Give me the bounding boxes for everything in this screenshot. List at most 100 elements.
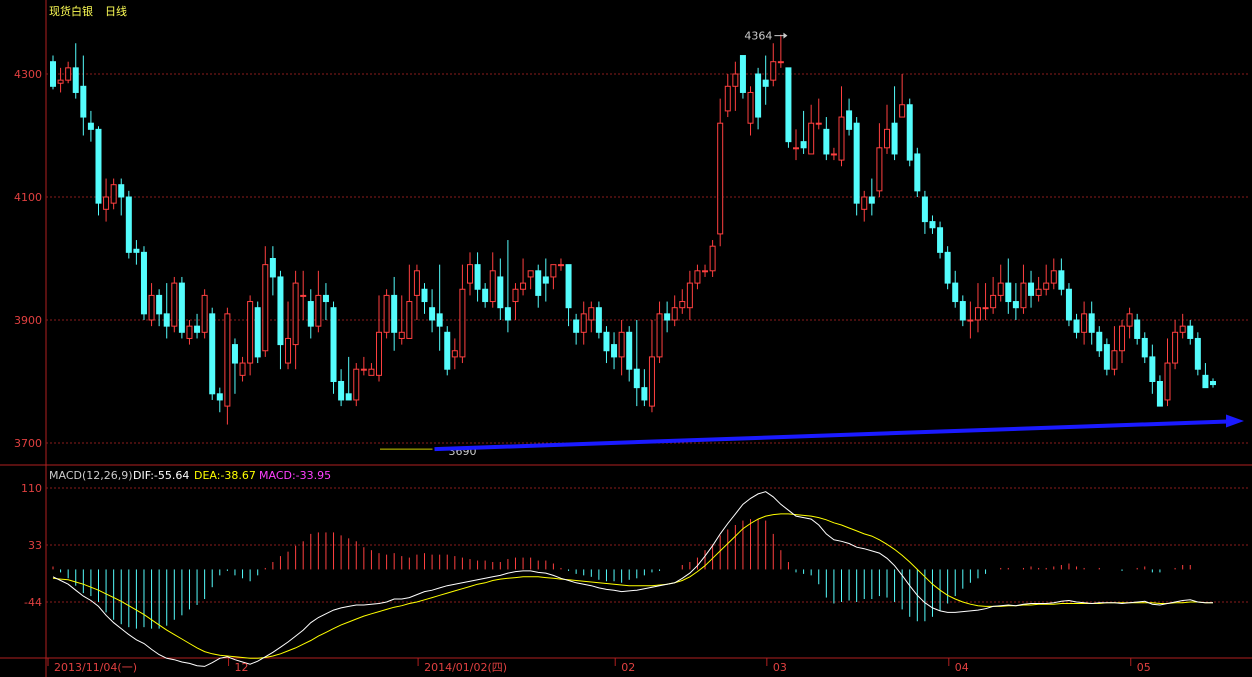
candle-body bbox=[656, 313, 663, 358]
candle-body bbox=[588, 307, 595, 321]
candle-body bbox=[50, 61, 56, 87]
candle-body bbox=[1050, 270, 1057, 284]
candle-body bbox=[489, 270, 496, 303]
candle-body bbox=[1065, 288, 1072, 321]
candle-body bbox=[444, 331, 451, 370]
candle-body bbox=[618, 331, 625, 358]
dif-line bbox=[52, 491, 1213, 667]
candle-body bbox=[1210, 381, 1216, 386]
candle-body bbox=[254, 307, 261, 358]
candle-body bbox=[800, 141, 807, 149]
candle-body bbox=[883, 128, 890, 149]
candle-body bbox=[1005, 282, 1012, 303]
candle-body bbox=[732, 73, 739, 87]
trend-arrow-line bbox=[434, 419, 1229, 452]
candle-body bbox=[103, 196, 110, 210]
candle-body bbox=[755, 73, 762, 118]
candle-body bbox=[952, 282, 959, 303]
dif-value-label: DIF:-55.64 bbox=[133, 469, 189, 482]
candle-body bbox=[163, 313, 170, 327]
candle-body bbox=[702, 270, 709, 273]
date-tick-label: 12 bbox=[235, 661, 249, 674]
candle-body bbox=[937, 227, 944, 253]
candle-body bbox=[611, 344, 618, 358]
candle-body bbox=[1126, 313, 1133, 327]
candle-body bbox=[338, 381, 345, 401]
candle-body bbox=[1134, 319, 1141, 339]
macd-tick-label: 33 bbox=[28, 539, 42, 552]
candle-body bbox=[512, 288, 519, 303]
candle-body bbox=[466, 264, 473, 284]
candle-body bbox=[944, 251, 951, 284]
candle-body bbox=[694, 270, 701, 284]
candle-body bbox=[724, 85, 731, 112]
candle-body bbox=[80, 85, 87, 118]
candle-body bbox=[997, 282, 1004, 296]
candle-body bbox=[838, 116, 845, 161]
candle-body bbox=[747, 91, 754, 124]
price-tick-label: 4100 bbox=[14, 191, 42, 204]
candle-body bbox=[398, 331, 405, 339]
candle-body bbox=[421, 288, 428, 303]
candle-body bbox=[429, 307, 436, 321]
candle-body bbox=[793, 147, 800, 150]
macd-tick-label: -44 bbox=[24, 596, 42, 609]
candle-body bbox=[125, 196, 132, 253]
candle-body bbox=[72, 67, 79, 93]
candle-body bbox=[535, 270, 542, 296]
candle-body bbox=[1187, 325, 1194, 339]
candle-body bbox=[853, 122, 860, 204]
candle-body bbox=[239, 362, 246, 376]
candle-body bbox=[171, 282, 178, 327]
candle-body bbox=[974, 307, 981, 321]
candle-body bbox=[224, 313, 231, 407]
dea-value-label: DEA:-38.67 bbox=[194, 469, 256, 482]
candle-body bbox=[406, 301, 413, 339]
candle-body bbox=[1088, 313, 1095, 333]
candle-body bbox=[542, 276, 549, 284]
candle-body bbox=[815, 122, 822, 125]
candle-body bbox=[247, 301, 254, 364]
candle-body bbox=[671, 307, 678, 321]
candle-body bbox=[292, 282, 299, 346]
candle-body bbox=[360, 368, 367, 371]
candle-body bbox=[194, 325, 201, 333]
candle-body bbox=[777, 61, 784, 64]
candle-body bbox=[868, 196, 875, 204]
candle-body bbox=[474, 264, 481, 290]
candle-body bbox=[830, 153, 837, 156]
date-tick-label: 05 bbox=[1137, 661, 1151, 674]
candle-body bbox=[1119, 325, 1126, 352]
candle-body bbox=[110, 184, 117, 204]
candle-body bbox=[1073, 319, 1080, 333]
candle-body bbox=[861, 196, 868, 210]
candle-body bbox=[140, 251, 147, 315]
candle-body bbox=[770, 61, 777, 81]
candle-body bbox=[1103, 344, 1110, 370]
candle-body bbox=[808, 122, 815, 155]
candle-body bbox=[307, 301, 314, 327]
candle-body bbox=[353, 368, 360, 401]
candle-body bbox=[277, 276, 284, 346]
candle-body bbox=[413, 270, 420, 296]
period-label: 日线 bbox=[105, 4, 127, 18]
candle-body bbox=[216, 393, 223, 401]
date-tick-label: 04 bbox=[955, 661, 969, 674]
macd-lines bbox=[52, 491, 1213, 667]
candle-body bbox=[262, 264, 269, 352]
candle-body bbox=[686, 282, 693, 309]
candle-body bbox=[330, 307, 337, 383]
macd-tick-label: 110 bbox=[21, 482, 42, 495]
candle-body bbox=[391, 294, 398, 333]
candle-body bbox=[1081, 313, 1088, 333]
candle-body bbox=[603, 331, 610, 352]
date-tick-label: 2014/01/02(四) bbox=[424, 661, 507, 674]
candle-body bbox=[285, 337, 292, 364]
candle-body bbox=[459, 288, 466, 358]
candle-body bbox=[633, 368, 640, 389]
trend-arrow-head bbox=[1226, 414, 1244, 428]
candle-body bbox=[641, 387, 648, 401]
candlestick-series bbox=[50, 34, 1216, 425]
candle-body bbox=[497, 276, 504, 309]
axis-tick-labels: 4300 4100 3900 3700 110 33 -44 2013/11/04(一) 12 2… bbox=[14, 68, 1151, 674]
